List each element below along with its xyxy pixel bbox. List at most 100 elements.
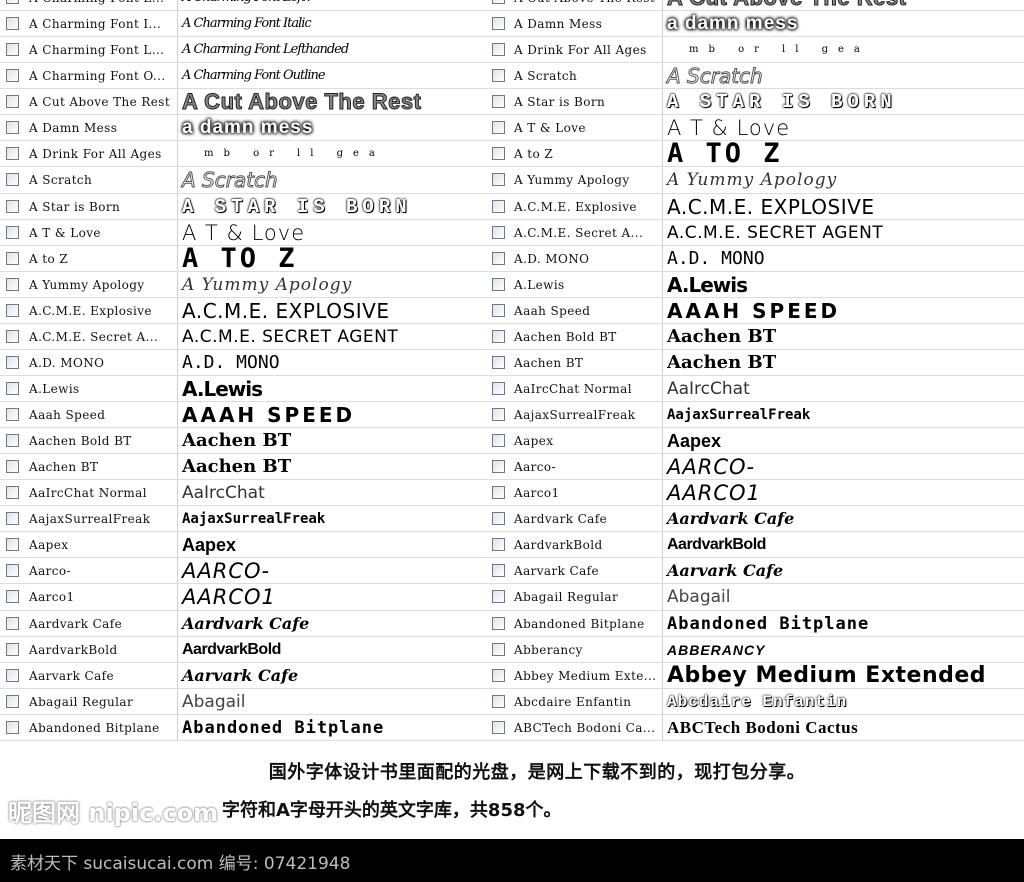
font-item-right[interactable]: Abbey Medium Exte... Abbey Medium Extende…	[488, 662, 1024, 688]
font-select-checkbox[interactable]	[6, 303, 19, 317]
font-item-right[interactable]: A Damn Mess a damn mess	[488, 11, 1024, 37]
font-select-checkbox[interactable]	[492, 121, 505, 135]
font-select-checkbox[interactable]	[492, 642, 505, 656]
font-select-checkbox[interactable]	[6, 95, 19, 109]
font-select-checkbox[interactable]	[6, 43, 19, 57]
font-item-right[interactable]: Aardvark Cafe Aardvark Cafe	[488, 506, 1024, 532]
font-select-checkbox[interactable]	[492, 0, 505, 4]
font-item-left[interactable]: A Charming Font I... A Charming Font Ital…	[0, 11, 488, 37]
font-item-right[interactable]: A Cut Above The Rest A Cut Above The Rest	[488, 0, 1024, 11]
font-select-checkbox[interactable]	[492, 199, 505, 213]
font-select-checkbox[interactable]	[492, 251, 505, 265]
font-select-checkbox[interactable]	[6, 434, 19, 448]
font-item-right[interactable]: Abagail Regular Abagail	[488, 584, 1024, 610]
font-item-right[interactable]: Aapex Aapex	[488, 428, 1024, 454]
font-select-checkbox[interactable]	[6, 642, 19, 656]
font-select-checkbox[interactable]	[492, 95, 505, 109]
font-item-left[interactable]: AajaxSurrealFreak AajaxSurrealFreak	[0, 506, 488, 532]
font-item-right[interactable]: ABCTech Bodoni Ca... ABCTech Bodoni Cactu…	[488, 714, 1024, 740]
font-select-checkbox[interactable]	[6, 277, 19, 291]
font-select-checkbox[interactable]	[6, 329, 19, 343]
font-item-left[interactable]: A Charming Font L... A Charming Font Left…	[0, 37, 488, 63]
font-select-checkbox[interactable]	[6, 408, 19, 421]
font-select-checkbox[interactable]	[6, 121, 19, 135]
font-select-checkbox[interactable]	[6, 616, 19, 630]
font-select-checkbox[interactable]	[492, 147, 505, 161]
font-item-right[interactable]: A to Z A TO Z	[488, 141, 1024, 167]
font-select-checkbox[interactable]	[6, 512, 19, 526]
font-item-left[interactable]: Aarco- AARCO-	[0, 558, 488, 584]
font-select-checkbox[interactable]	[6, 486, 19, 500]
font-select-checkbox[interactable]	[6, 251, 19, 265]
font-item-right[interactable]: Aarco- AARCO-	[488, 454, 1024, 480]
font-select-checkbox[interactable]	[6, 720, 19, 734]
font-select-checkbox[interactable]	[492, 408, 505, 421]
font-select-checkbox[interactable]	[6, 0, 19, 4]
font-item-right[interactable]: A T & Love A T & Love	[488, 115, 1024, 141]
font-select-checkbox[interactable]	[492, 303, 505, 317]
font-item-left[interactable]: Abandoned Bitplane Abandoned Bitplane	[0, 714, 488, 740]
font-select-checkbox[interactable]	[492, 590, 505, 604]
font-select-checkbox[interactable]	[6, 147, 19, 161]
font-select-checkbox[interactable]	[492, 720, 505, 734]
font-item-right[interactable]: A Yummy Apology A Yummy Apology	[488, 167, 1024, 193]
font-select-checkbox[interactable]	[492, 668, 505, 682]
font-select-checkbox[interactable]	[492, 460, 505, 474]
font-select-checkbox[interactable]	[492, 43, 505, 57]
font-item-right[interactable]: Abandoned Bitplane Abandoned Bitplane	[488, 610, 1024, 636]
font-item-right[interactable]: Aarco1 AARCO1	[488, 480, 1024, 506]
font-select-checkbox[interactable]	[6, 694, 19, 708]
font-item-left[interactable]: A Damn Mess a damn mess	[0, 115, 488, 141]
font-item-right[interactable]: Abberancy ABBERANCY	[488, 636, 1024, 662]
font-item-left[interactable]: A.C.M.E. Explosive A.C.M.E. EXPLOSIVE	[0, 297, 488, 323]
font-select-checkbox[interactable]	[492, 329, 505, 343]
font-item-right[interactable]: A.Lewis A.Lewis	[488, 271, 1024, 297]
font-item-right[interactable]: A Scratch A Scratch	[488, 63, 1024, 89]
font-item-left[interactable]: A Yummy Apology A Yummy Apology	[0, 271, 488, 297]
font-item-right[interactable]: AaIrcChat Normal AaIrcChat	[488, 375, 1024, 401]
font-select-checkbox[interactable]	[492, 225, 505, 239]
font-select-checkbox[interactable]	[6, 590, 19, 604]
font-select-checkbox[interactable]	[492, 277, 505, 291]
font-select-checkbox[interactable]	[492, 512, 505, 526]
font-item-right[interactable]: A Star is Born A STAR IS BORN	[488, 89, 1024, 115]
font-select-checkbox[interactable]	[6, 538, 19, 552]
font-item-left[interactable]: Aachen BT Aachen BT	[0, 454, 488, 480]
font-item-right[interactable]: Aaah Speed AAAH SPEED	[488, 297, 1024, 323]
font-item-right[interactable]: Aachen Bold BT Aachen BT	[488, 323, 1024, 349]
font-select-checkbox[interactable]	[492, 173, 505, 187]
font-item-left[interactable]: A T & Love A T & Love	[0, 219, 488, 245]
font-item-left[interactable]: AaIrcChat Normal AaIrcChat	[0, 480, 488, 506]
font-item-right[interactable]: AajaxSurrealFreak AajaxSurrealFreak	[488, 402, 1024, 428]
font-select-checkbox[interactable]	[6, 199, 19, 213]
font-item-left[interactable]: Aaah Speed AAAH SPEED	[0, 402, 488, 428]
font-select-checkbox[interactable]	[492, 17, 505, 31]
font-select-checkbox[interactable]	[492, 616, 505, 630]
font-select-checkbox[interactable]	[6, 173, 19, 187]
font-item-left[interactable]: Aarvark Cafe Aarvark Cafe	[0, 662, 488, 688]
font-select-checkbox[interactable]	[492, 564, 505, 578]
font-item-left[interactable]: Aarco1 AARCO1	[0, 584, 488, 610]
font-item-left[interactable]: Aardvark Cafe Aardvark Cafe	[0, 610, 488, 636]
font-item-left[interactable]: A.D. MONO A.D. MONO	[0, 349, 488, 375]
font-item-right[interactable]: AardvarkBold AardvarkBold	[488, 532, 1024, 558]
font-item-left[interactable]: A.C.M.E. Secret A... A.C.M.E. SECRET AGEN…	[0, 323, 488, 349]
font-item-right[interactable]: Aachen BT Aachen BT	[488, 349, 1024, 375]
font-select-checkbox[interactable]	[6, 355, 19, 369]
font-item-left[interactable]: A Drink For All Ages mb or ll gea	[0, 141, 488, 167]
font-item-left[interactable]: A to Z A TO Z	[0, 245, 488, 271]
font-item-left[interactable]: A Star is Born A STAR IS BORN	[0, 193, 488, 219]
font-select-checkbox[interactable]	[6, 668, 19, 682]
font-select-checkbox[interactable]	[492, 69, 505, 83]
font-select-checkbox[interactable]	[492, 355, 505, 369]
font-item-left[interactable]: A Charming Font O... A Charming Font Outl…	[0, 63, 488, 89]
font-select-checkbox[interactable]	[492, 694, 505, 708]
font-item-right[interactable]: A Drink For All Ages mb or ll gea	[488, 37, 1024, 63]
font-select-checkbox[interactable]	[492, 381, 505, 395]
font-select-checkbox[interactable]	[492, 434, 505, 448]
font-item-right[interactable]: Abcdaire Enfantin Abcdaire Enfantin	[488, 688, 1024, 714]
font-item-left[interactable]: Abagail Regular Abagail	[0, 688, 488, 714]
font-item-right[interactable]: A.D. MONO A.D. MONO	[488, 245, 1024, 271]
font-select-checkbox[interactable]	[492, 538, 505, 552]
font-item-right[interactable]: A.C.M.E. Explosive A.C.M.E. EXPLOSIVE	[488, 193, 1024, 219]
